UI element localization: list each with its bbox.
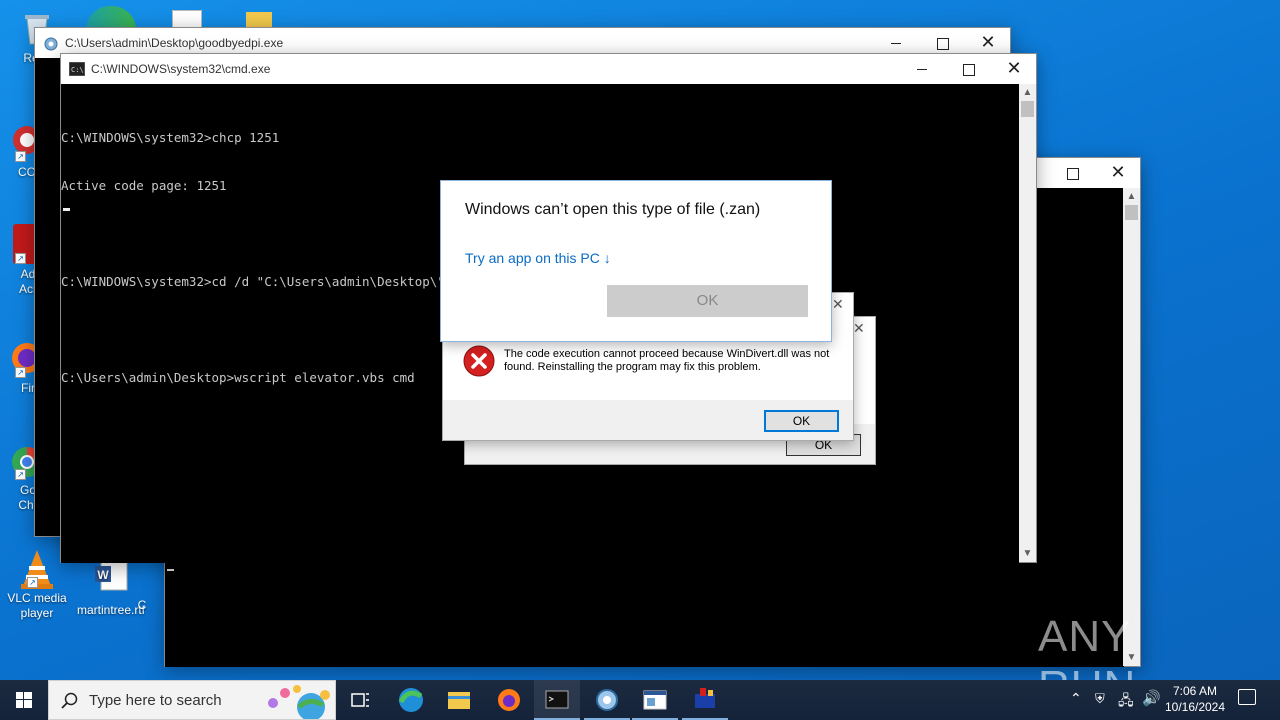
text-cursor	[63, 208, 70, 211]
tray-chevron-icon[interactable]: ⌃	[1070, 690, 1082, 707]
text-cursor	[167, 569, 174, 571]
taskbar-winrar[interactable]	[682, 680, 728, 720]
vertical-scrollbar[interactable]: ▲ ▼	[1019, 84, 1036, 562]
scroll-thumb[interactable]	[1021, 101, 1034, 117]
scroll-down-arrow[interactable]: ▼	[1019, 545, 1036, 562]
ok-button[interactable]: OK	[764, 410, 839, 432]
search-placeholder: Type here to search	[89, 692, 222, 709]
desktop-icon-label: VLC media player	[7, 591, 67, 620]
clock[interactable]: 7:06 AM 10/16/2024	[1164, 684, 1226, 714]
clock-time: 7:06 AM	[1172, 684, 1218, 698]
maximize-button[interactable]	[1049, 158, 1095, 188]
word-document-icon: W	[91, 559, 131, 600]
vertical-scrollbar[interactable]: ▲ ▼	[1123, 188, 1140, 666]
console-line: C:\WINDOWS\system32>chcp 1251	[61, 130, 280, 145]
scroll-up-arrow[interactable]: ▲	[1123, 188, 1140, 205]
taskbar-cmd[interactable]	[534, 680, 580, 720]
taskbar-app-window[interactable]	[632, 680, 678, 720]
maximize-button[interactable]	[945, 54, 991, 84]
task-view-icon	[351, 693, 369, 707]
taskbar-goodbyedpi[interactable]	[584, 680, 630, 720]
open-with-dialog[interactable]: Windows can’t open this type of file (.z…	[440, 180, 832, 342]
scroll-up-arrow[interactable]: ▲	[1019, 84, 1036, 101]
error-message: The code execution cannot proceed becaus…	[504, 348, 830, 373]
windows-logo-icon	[16, 692, 32, 708]
firefox-icon	[498, 689, 520, 711]
desktop: Recy ↗ CCl ↗ Ad Acr ↗ Fir ↗ Go Chr ↗	[0, 0, 1280, 680]
close-button[interactable]: ✕	[832, 297, 844, 313]
taskbar-file-explorer[interactable]	[436, 680, 482, 720]
folder-icon	[448, 692, 470, 709]
taskbar-firefox[interactable]	[486, 680, 532, 720]
title-bar[interactable]: C:\ C:\WINDOWS\system32\cmd.exe ✕	[61, 54, 1036, 84]
edge-icon	[398, 688, 423, 712]
search-highlight-icon	[268, 685, 330, 719]
notification-icon[interactable]	[1238, 689, 1256, 705]
svg-text:W: W	[97, 568, 109, 582]
close-button[interactable]: ✕	[853, 321, 865, 337]
desktop-icon-label: Fir	[21, 381, 35, 395]
taskbar: Type here to search ⌃ ⛨ 🖧 🔊 7:06 AM 10/1…	[0, 680, 1280, 720]
taskbar-edge[interactable]	[388, 680, 434, 720]
window-icon	[643, 690, 667, 710]
minimize-button[interactable]	[899, 54, 945, 84]
watermark-text: ANY RUN	[1038, 612, 1135, 680]
archive-icon	[695, 688, 715, 708]
anyrun-watermark: ANY RUN	[1038, 612, 1238, 680]
task-view-button[interactable]	[342, 680, 378, 720]
close-button[interactable]: ✕	[991, 54, 1037, 84]
close-button[interactable]: ✕	[1095, 158, 1141, 188]
scroll-thumb[interactable]	[1125, 205, 1138, 220]
network-icon[interactable]: 🖧	[1118, 690, 1134, 714]
search-box[interactable]: Type here to search	[48, 680, 336, 720]
window-title: C:\WINDOWS\system32\cmd.exe	[91, 62, 271, 76]
gear-icon	[596, 689, 618, 711]
search-icon	[61, 692, 78, 709]
clock-date: 10/16/2024	[1164, 700, 1226, 714]
tray-security-icon[interactable]: ⛨	[1095, 691, 1105, 707]
error-icon	[463, 345, 495, 377]
desktop-icon-label: C	[137, 598, 147, 612]
dialog-title: Windows can’t open this type of file (.z…	[465, 201, 761, 218]
cmd-icon: C:\	[68, 61, 86, 77]
svg-text:C:\: C:\	[71, 66, 84, 74]
volume-icon[interactable]: 🔊	[1142, 689, 1161, 707]
try-an-app-link[interactable]: Try an app on this PC ↓	[465, 250, 611, 266]
cmd-icon	[545, 690, 569, 709]
desktop-icon-partial[interactable]: C	[122, 598, 162, 613]
vlc-icon: ↗	[17, 548, 57, 589]
ok-button[interactable]: OK	[607, 285, 808, 317]
start-button[interactable]	[0, 680, 48, 720]
window-title: C:\Users\admin\Desktop\goodbyedpi.exe	[65, 36, 284, 50]
app-gear-icon	[43, 36, 59, 51]
